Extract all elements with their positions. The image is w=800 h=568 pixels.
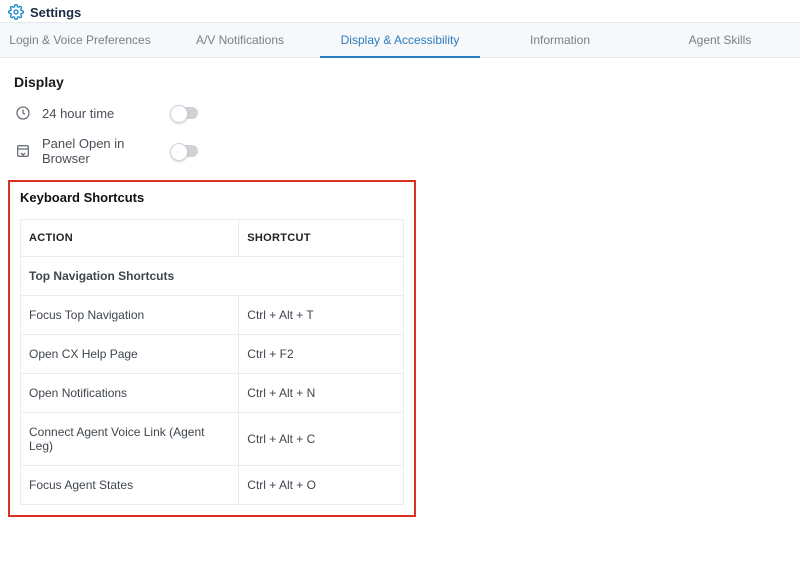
toggle-24-hour[interactable]: [172, 107, 198, 119]
option-panel-open-browser: Panel Open in Browser: [14, 136, 786, 166]
action-cell: Connect Agent Voice Link (Agent Leg): [21, 413, 239, 466]
tab-login-voice[interactable]: Login & Voice Preferences: [0, 23, 160, 57]
shortcut-cell: Ctrl + Alt + N: [239, 374, 404, 413]
table-header-row: ACTION SHORTCUT: [21, 220, 404, 257]
subheader-label: Top Navigation Shortcuts: [21, 257, 404, 296]
gear-icon: [8, 4, 24, 20]
shortcut-cell: Ctrl + F2: [239, 335, 404, 374]
content: Display 24 hour time Panel Open in Brows…: [0, 58, 800, 533]
table-row: Focus Top Navigation Ctrl + Alt + T: [21, 296, 404, 335]
tab-information[interactable]: Information: [480, 23, 640, 57]
action-cell: Open CX Help Page: [21, 335, 239, 374]
toggle-panel-open[interactable]: [172, 145, 198, 157]
table-subheader-row: Top Navigation Shortcuts: [21, 257, 404, 296]
shortcut-cell: Ctrl + Alt + C: [239, 413, 404, 466]
action-cell: Focus Agent States: [21, 466, 239, 505]
option-24-hour-label: 24 hour time: [42, 106, 172, 121]
action-cell: Open Notifications: [21, 374, 239, 413]
clock-icon: [14, 104, 32, 122]
table-row: Connect Agent Voice Link (Agent Leg) Ctr…: [21, 413, 404, 466]
shortcut-cell: Ctrl + Alt + T: [239, 296, 404, 335]
tab-display-accessibility[interactable]: Display & Accessibility: [320, 23, 480, 57]
table-row: Open CX Help Page Ctrl + F2: [21, 335, 404, 374]
option-panel-open-label: Panel Open in Browser: [42, 136, 172, 166]
settings-header: Settings: [0, 0, 800, 22]
shortcut-cell: Ctrl + Alt + O: [239, 466, 404, 505]
tab-agent-skills[interactable]: Agent Skills: [640, 23, 800, 57]
table-row: Open Notifications Ctrl + Alt + N: [21, 374, 404, 413]
browser-icon: [14, 142, 32, 160]
tab-av-notifications[interactable]: A/V Notifications: [160, 23, 320, 57]
column-action: ACTION: [21, 220, 239, 257]
keyboard-shortcuts-title: Keyboard Shortcuts: [20, 190, 404, 205]
tabs: Login & Voice Preferences A/V Notificati…: [0, 22, 800, 58]
keyboard-shortcuts-section: Keyboard Shortcuts ACTION SHORTCUT Top N…: [8, 180, 416, 517]
action-cell: Focus Top Navigation: [21, 296, 239, 335]
display-section-title: Display: [14, 74, 786, 90]
column-shortcut: SHORTCUT: [239, 220, 404, 257]
option-24-hour-time: 24 hour time: [14, 104, 786, 122]
shortcuts-table: ACTION SHORTCUT Top Navigation Shortcuts…: [20, 219, 404, 505]
page-title: Settings: [30, 5, 81, 20]
table-row: Focus Agent States Ctrl + Alt + O: [21, 466, 404, 505]
